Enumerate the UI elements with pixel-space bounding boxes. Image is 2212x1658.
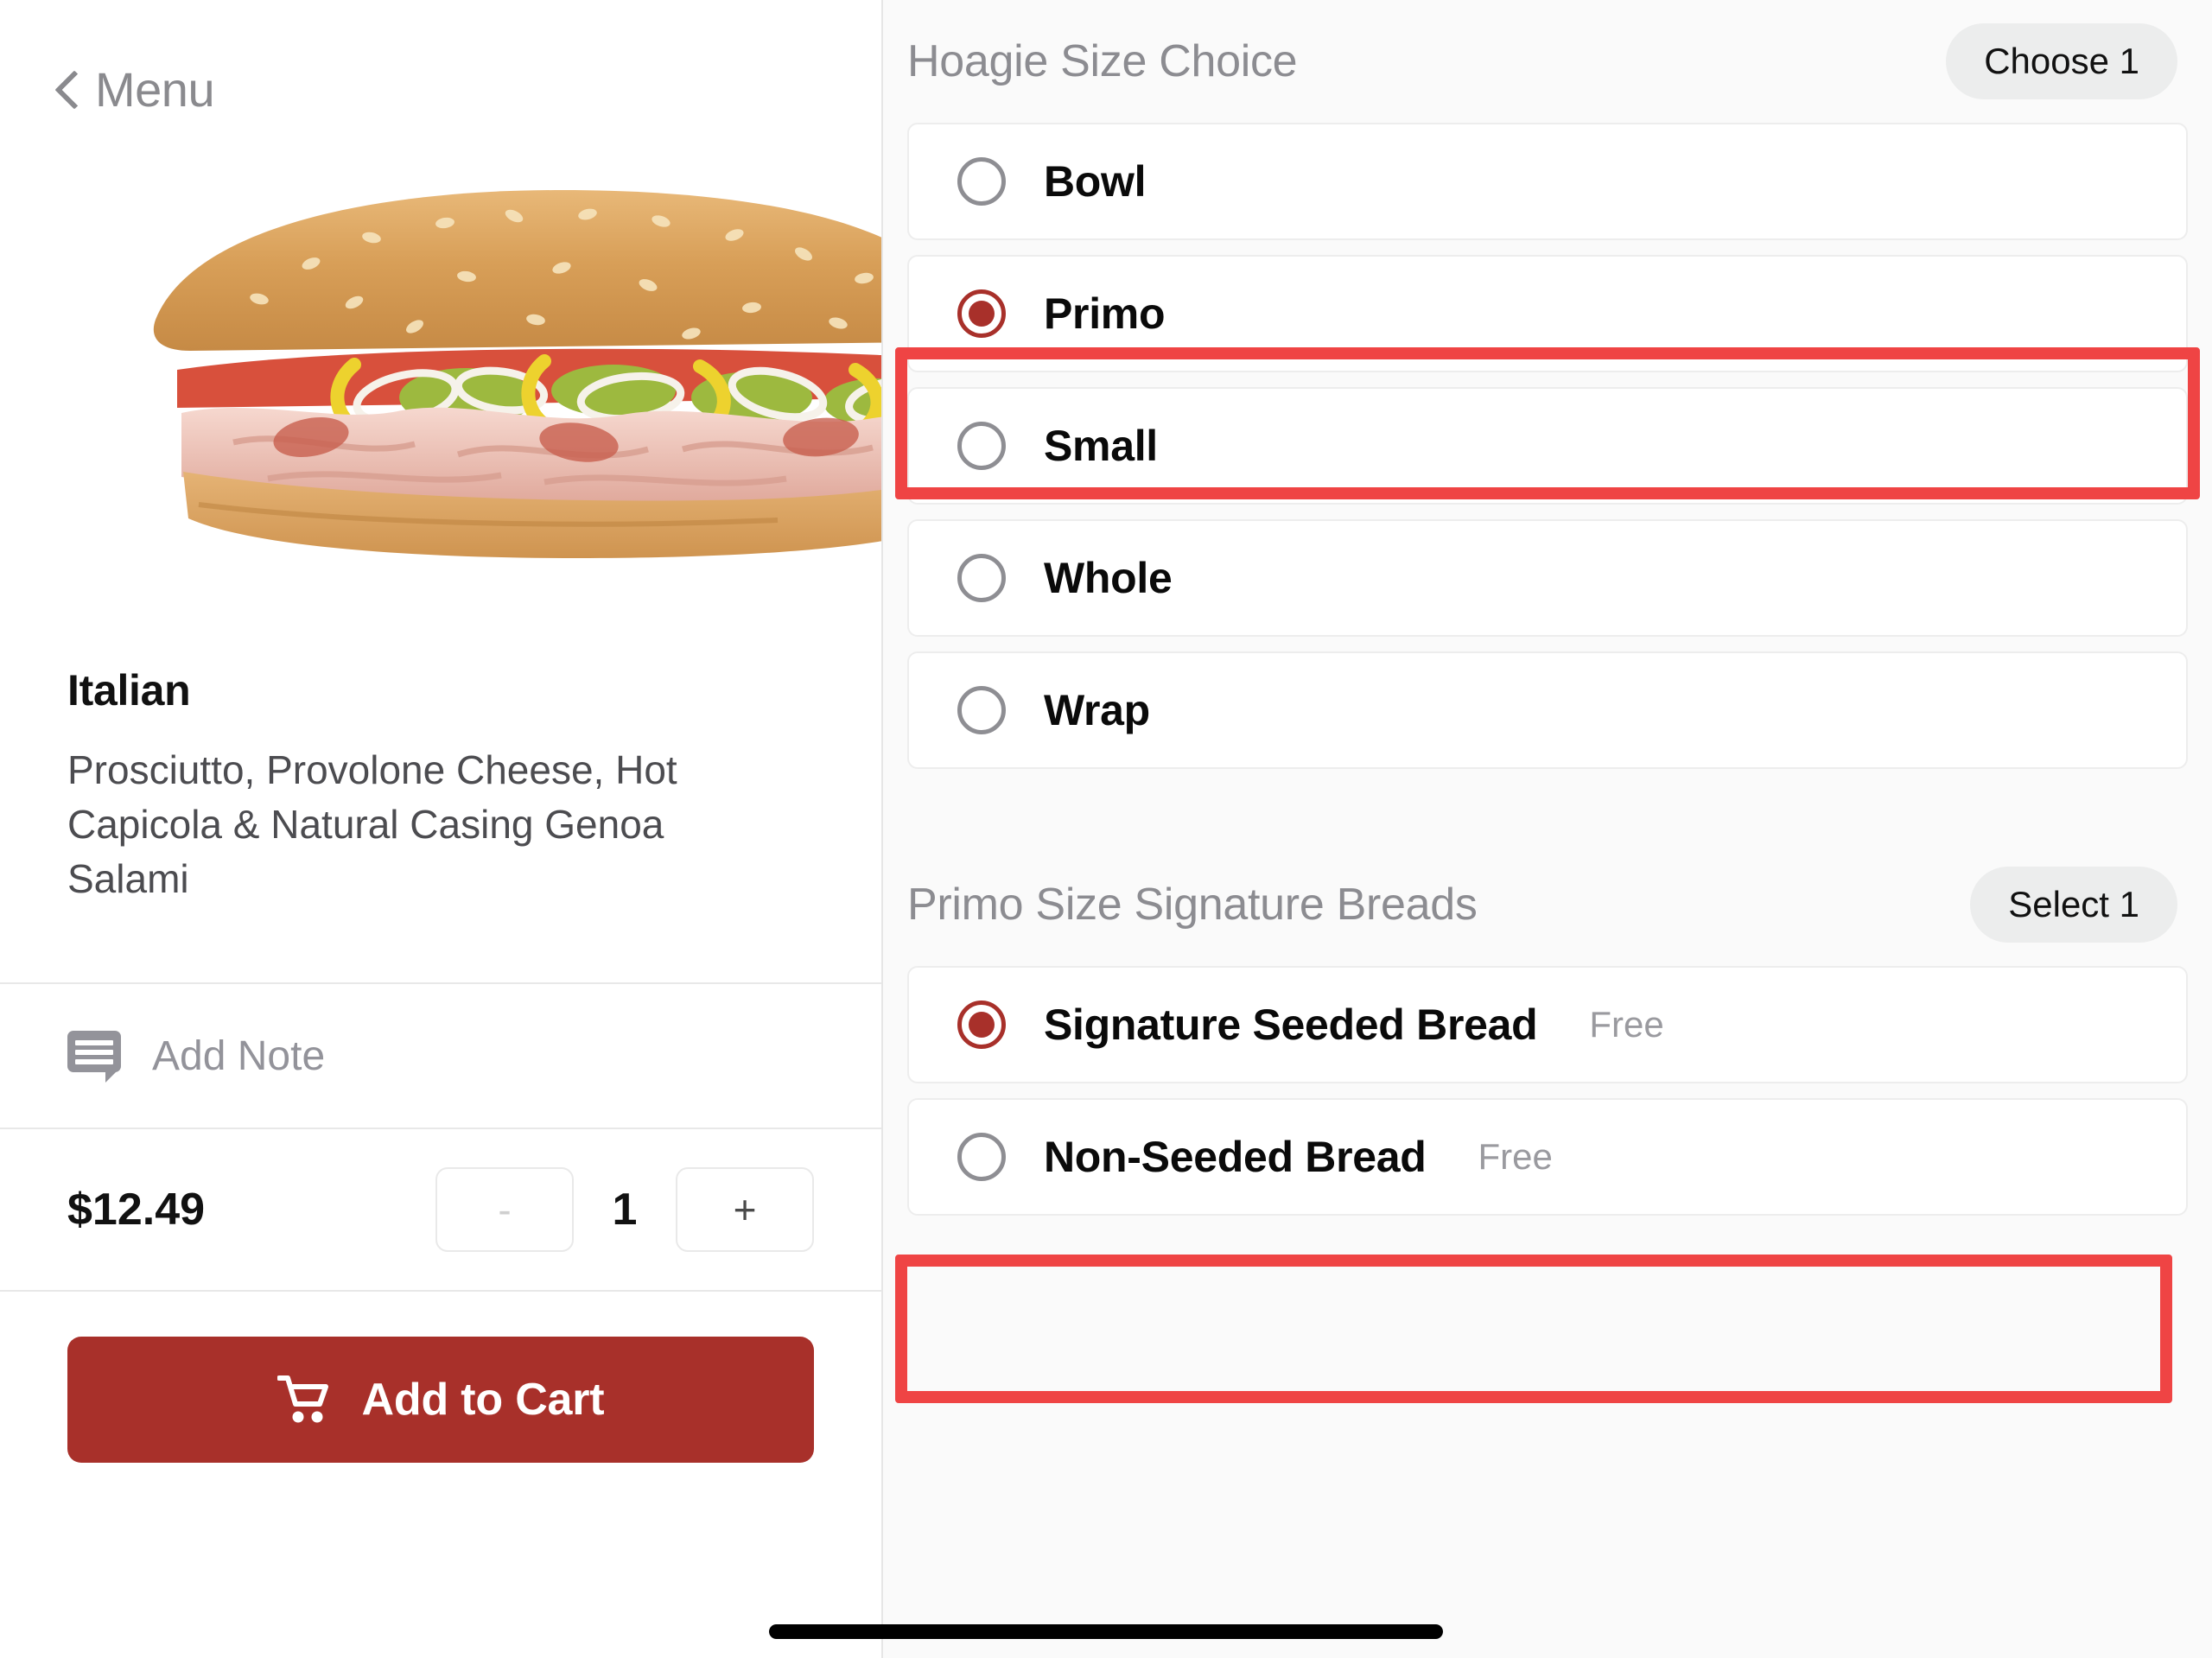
option-row[interactable]: Non-Seeded Bread Free <box>907 1098 2188 1216</box>
product-summary-panel: Menu Italian Prosciutto, Provolone Chees… <box>0 0 883 1658</box>
radio-checked-icon[interactable] <box>957 289 1006 338</box>
option-label: Bowl <box>1044 157 1147 206</box>
radio-unchecked-icon[interactable] <box>957 422 1006 470</box>
add-note-label: Add Note <box>152 1032 326 1079</box>
back-to-menu-label: Menu <box>95 61 215 117</box>
product-description: Prosciutto, Provolone Cheese, Hot Capico… <box>67 747 677 902</box>
option-label: Small <box>1044 422 1158 470</box>
annotation-highlight-signature-seeded-bread <box>895 1255 2172 1403</box>
section-header-hoagie-size: Hoagie Size Choice Choose 1 <box>883 0 2212 123</box>
option-row[interactable]: Bowl <box>907 123 2188 240</box>
section-badge: Choose 1 <box>1946 23 2177 99</box>
product-image <box>0 121 881 631</box>
option-label: Wrap <box>1044 686 1150 734</box>
option-row[interactable]: Wrap <box>907 651 2188 769</box>
radio-checked-icon[interactable] <box>957 1001 1006 1049</box>
radio-unchecked-icon[interactable] <box>957 554 1006 602</box>
option-row[interactable]: Signature Seeded Bread Free <box>907 966 2188 1083</box>
product-detail-screen: Menu Italian Prosciutto, Provolone Chees… <box>0 0 2212 1658</box>
product-info: Italian Prosciutto, Provolone Cheese, Ho… <box>0 631 881 906</box>
home-indicator <box>769 1624 1443 1639</box>
radio-unchecked-icon[interactable] <box>957 157 1006 206</box>
section-title: Primo Size Signature Breads <box>907 880 1478 930</box>
option-row[interactable]: Small <box>907 387 2188 505</box>
radio-unchecked-icon[interactable] <box>957 1133 1006 1181</box>
option-label: Signature Seeded Bread <box>1044 1001 1538 1049</box>
section-title: Hoagie Size Choice <box>907 36 1298 86</box>
primo-bread-options: Signature Seeded Bread Free Non-Seeded B… <box>883 966 2212 1216</box>
radio-unchecked-icon[interactable] <box>957 686 1006 734</box>
option-price: Free <box>1589 1004 1664 1045</box>
option-row[interactable]: Whole <box>907 519 2188 637</box>
italian-hoagie-photo <box>153 190 881 558</box>
option-row[interactable]: Primo <box>907 255 2188 372</box>
option-label: Whole <box>1044 554 1173 602</box>
add-to-cart-label: Add to Cart <box>361 1375 605 1426</box>
chevron-left-icon <box>57 69 79 109</box>
add-to-cart-button[interactable]: Add to Cart <box>67 1337 814 1464</box>
back-to-menu-button[interactable]: Menu <box>0 0 881 130</box>
section-badge: Select 1 <box>1970 867 2177 943</box>
increment-quantity-button[interactable]: + <box>676 1167 814 1253</box>
quantity-stepper: - 1 + <box>435 1167 814 1253</box>
price-and-quantity-row: $12.49 - 1 + <box>0 1129 881 1290</box>
add-note-button[interactable]: Add Note <box>0 984 881 1128</box>
option-price: Free <box>1478 1136 1553 1177</box>
option-label: Non-Seeded Bread <box>1044 1133 1427 1181</box>
quantity-value: 1 <box>612 1185 638 1236</box>
product-title: Italian <box>67 666 191 715</box>
product-price: $12.49 <box>67 1185 206 1236</box>
shopping-cart-icon <box>276 1375 328 1423</box>
decrement-quantity-button[interactable]: - <box>435 1167 574 1253</box>
options-panel: Hoagie Size Choice Choose 1 Bowl Primo S… <box>883 0 2212 1658</box>
option-label: Primo <box>1044 289 1166 338</box>
section-header-primo-breads: Primo Size Signature Breads Select 1 <box>883 843 2212 966</box>
hoagie-size-options: Bowl Primo Small Whole Wrap <box>883 123 2212 769</box>
note-bubble-icon <box>67 1031 121 1083</box>
cart-area: Add to Cart <box>0 1292 881 1464</box>
